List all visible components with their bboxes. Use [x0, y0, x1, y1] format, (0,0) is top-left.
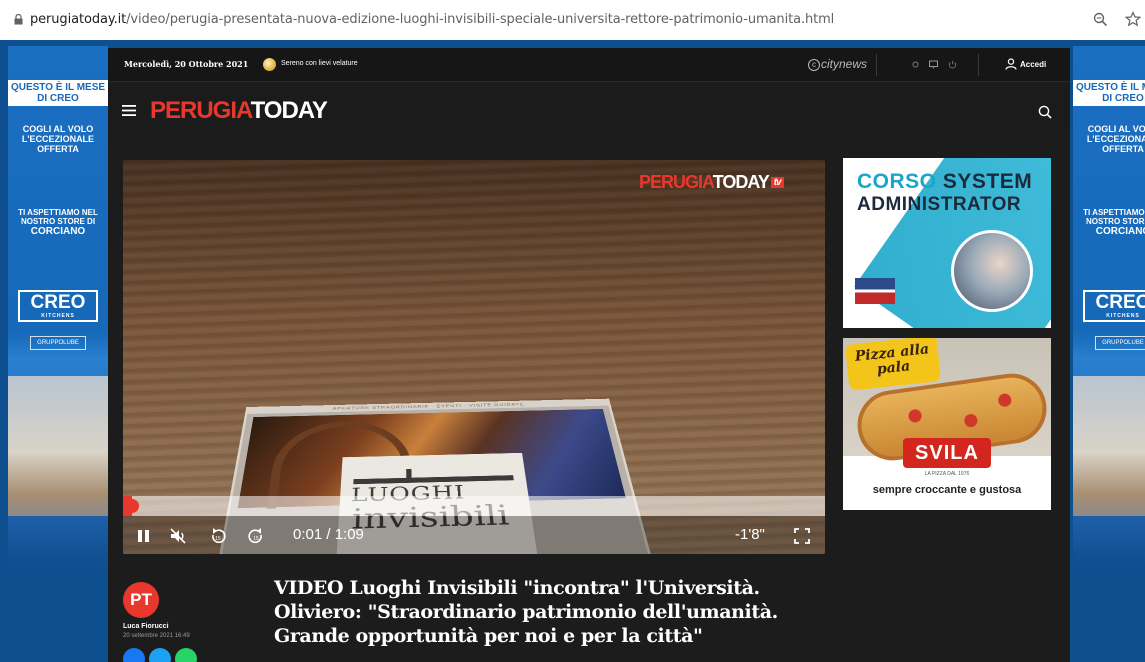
zoom-icon[interactable] — [1093, 12, 1108, 27]
ad-pizza-brand: SVILA — [903, 438, 991, 468]
url-path: /video/perugia-presentata-nuova-edizione… — [126, 12, 835, 27]
side-ad-brand-logo: CREO KITCHENS — [1083, 290, 1145, 322]
top-bar: Mercoledì, 20 Ottobre 2021 Sereno con li… — [108, 48, 1070, 82]
site-header: PERUGIATODAY — [108, 83, 1070, 133]
svg-text:15: 15 — [253, 536, 259, 542]
mute-icon[interactable] — [169, 527, 187, 545]
video-watermark: PERUGIATODAY tv — [639, 172, 784, 193]
side-ad-brand-logo: CREO KITCHENS — [18, 290, 98, 322]
rewind-icon[interactable]: 15 — [209, 527, 227, 545]
side-ad-tag: QUESTO È IL MESE DI CREO — [1073, 80, 1145, 106]
main-content: Mercoledì, 20 Ottobre 2021 Sereno con li… — [108, 48, 1070, 662]
power-icon[interactable] — [948, 60, 957, 69]
ad-course-word2: SYSTEM — [942, 170, 1033, 193]
ad-course-line1: CORSO SYSTEM — [857, 170, 1032, 194]
side-ad-kitchen-image — [1073, 376, 1145, 566]
page-background: QUESTO È IL MESE DI CREO COGLI AL VOLO L… — [0, 40, 1145, 662]
ad-course-word1: CORSO — [857, 170, 937, 193]
site-logo[interactable]: PERUGIATODAY — [150, 97, 328, 125]
forward-icon[interactable]: 15 — [247, 527, 265, 545]
video-progress-bar[interactable] — [123, 496, 825, 516]
side-ad-store-intro: TI ASPETTIAMO NEL NOSTRO STORE DI — [1083, 208, 1145, 226]
login-link[interactable]: Accedi — [1020, 60, 1046, 69]
fullscreen-icon[interactable] — [793, 527, 811, 545]
search-icon[interactable] — [1038, 105, 1052, 119]
svg-text:15: 15 — [215, 536, 221, 542]
video-remaining-time: -1'8" — [735, 526, 765, 543]
citynews-link[interactable]: c citynews — [808, 57, 867, 71]
article-title: VIDEO Luoghi Invisibili "incontra" l'Uni… — [274, 577, 778, 647]
watermark-part-red: PERUGIA — [639, 172, 714, 192]
watermark-tv: tv — [770, 177, 784, 188]
side-ad-right[interactable]: QUESTO È IL MESE DI CREO COGLI AL VOLO L… — [1073, 46, 1145, 566]
twitter-share-icon[interactable] — [149, 648, 171, 662]
current-date: Mercoledì, 20 Ottobre 2021 — [124, 59, 249, 69]
bookmark-star-icon[interactable] — [1125, 11, 1141, 27]
citynews-c-icon: c — [808, 59, 820, 71]
ad-system-administrator-course[interactable]: CORSO SYSTEM ADMINISTRATOR — [843, 158, 1051, 328]
side-ad-tag: QUESTO È IL MESE DI CREO — [8, 80, 108, 106]
divider — [978, 54, 979, 76]
monitor-icon[interactable] — [929, 60, 938, 69]
gear-icon[interactable] — [911, 60, 920, 69]
logo-part-red: PERUGIA — [150, 97, 252, 124]
ad-svila-pizza[interactable]: Pizza alla pala SVILA LA PIZZA DAL 1976 … — [843, 338, 1051, 510]
side-ad-group: GRUPPOLUBE — [30, 336, 86, 350]
side-ad-store-city: CORCIANO — [30, 226, 86, 237]
ad-course-line2: ADMINISTRATOR — [857, 194, 1022, 215]
ad-course-logos — [855, 278, 895, 304]
side-ad-offer: COGLI AL VOLO L'ECCEZIONALE OFFERTA — [21, 124, 95, 154]
weather-text[interactable]: Sereno con lievi velature — [281, 60, 358, 67]
side-ad-offer: COGLI AL VOLO L'ECCEZIONALE OFFERTA — [1086, 124, 1145, 154]
ad-pizza-slogan: sempre croccante e gustosa — [872, 484, 1022, 496]
ad-course-photo — [951, 230, 1033, 312]
side-ad-store: TI ASPETTIAMO NEL NOSTRO STORE DICORCIAN… — [1073, 208, 1145, 237]
video-progress-handle[interactable] — [125, 499, 140, 513]
watermark-part-white: TODAY — [712, 172, 770, 192]
author-name[interactable]: Luca Fiorucci — [123, 623, 169, 630]
user-icon[interactable] — [1005, 58, 1017, 70]
side-ad-left[interactable]: QUESTO È IL MESE DI CREO COGLI AL VOLO L… — [8, 46, 108, 566]
side-ad-store-intro: TI ASPETTIAMO NEL NOSTRO STORE DI — [18, 208, 98, 226]
side-ad-brand: CREO — [30, 292, 86, 313]
video-time: 0:01 / 1:09 — [293, 526, 364, 543]
browser-address-bar: perugiatoday.it/video/perugia-presentata… — [0, 0, 1145, 40]
lock-icon[interactable] — [14, 14, 23, 25]
side-ad-group: GRUPPOLUBE — [1095, 336, 1145, 350]
whatsapp-share-icon[interactable] — [175, 648, 197, 662]
weather-sun-icon — [263, 58, 276, 71]
side-ad-brand-sub: KITCHENS — [1106, 313, 1140, 319]
url-host: perugiatoday.it — [30, 12, 127, 27]
side-ad-store-city: CORCIANO — [1095, 226, 1145, 237]
logo-part-white: TODAY — [250, 97, 328, 124]
article-date: 20 settembre 2021 16:49 — [123, 633, 190, 639]
ad-pizza-since: LA PIZZA DAL 1976 — [924, 471, 970, 477]
facebook-share-icon[interactable] — [123, 648, 145, 662]
side-ad-store: TI ASPETTIAMO NEL NOSTRO STORE DICORCIAN… — [8, 208, 108, 237]
url-text[interactable]: perugiatoday.it/video/perugia-presentata… — [30, 12, 834, 27]
author-avatar[interactable]: PT — [123, 582, 159, 618]
citynews-label: citynews — [821, 57, 868, 71]
video-player[interactable]: APERTURE STRAORDINARIE · EVENTI · VISITE… — [123, 160, 825, 554]
side-ad-brand-sub: KITCHENS — [41, 313, 75, 319]
pause-icon[interactable] — [135, 527, 153, 545]
side-ad-brand: CREO — [1095, 292, 1145, 313]
video-controls: 15 15 — [123, 516, 825, 554]
hamburger-menu-icon[interactable] — [122, 105, 136, 116]
divider — [876, 54, 877, 76]
side-ad-kitchen-image — [8, 376, 108, 566]
